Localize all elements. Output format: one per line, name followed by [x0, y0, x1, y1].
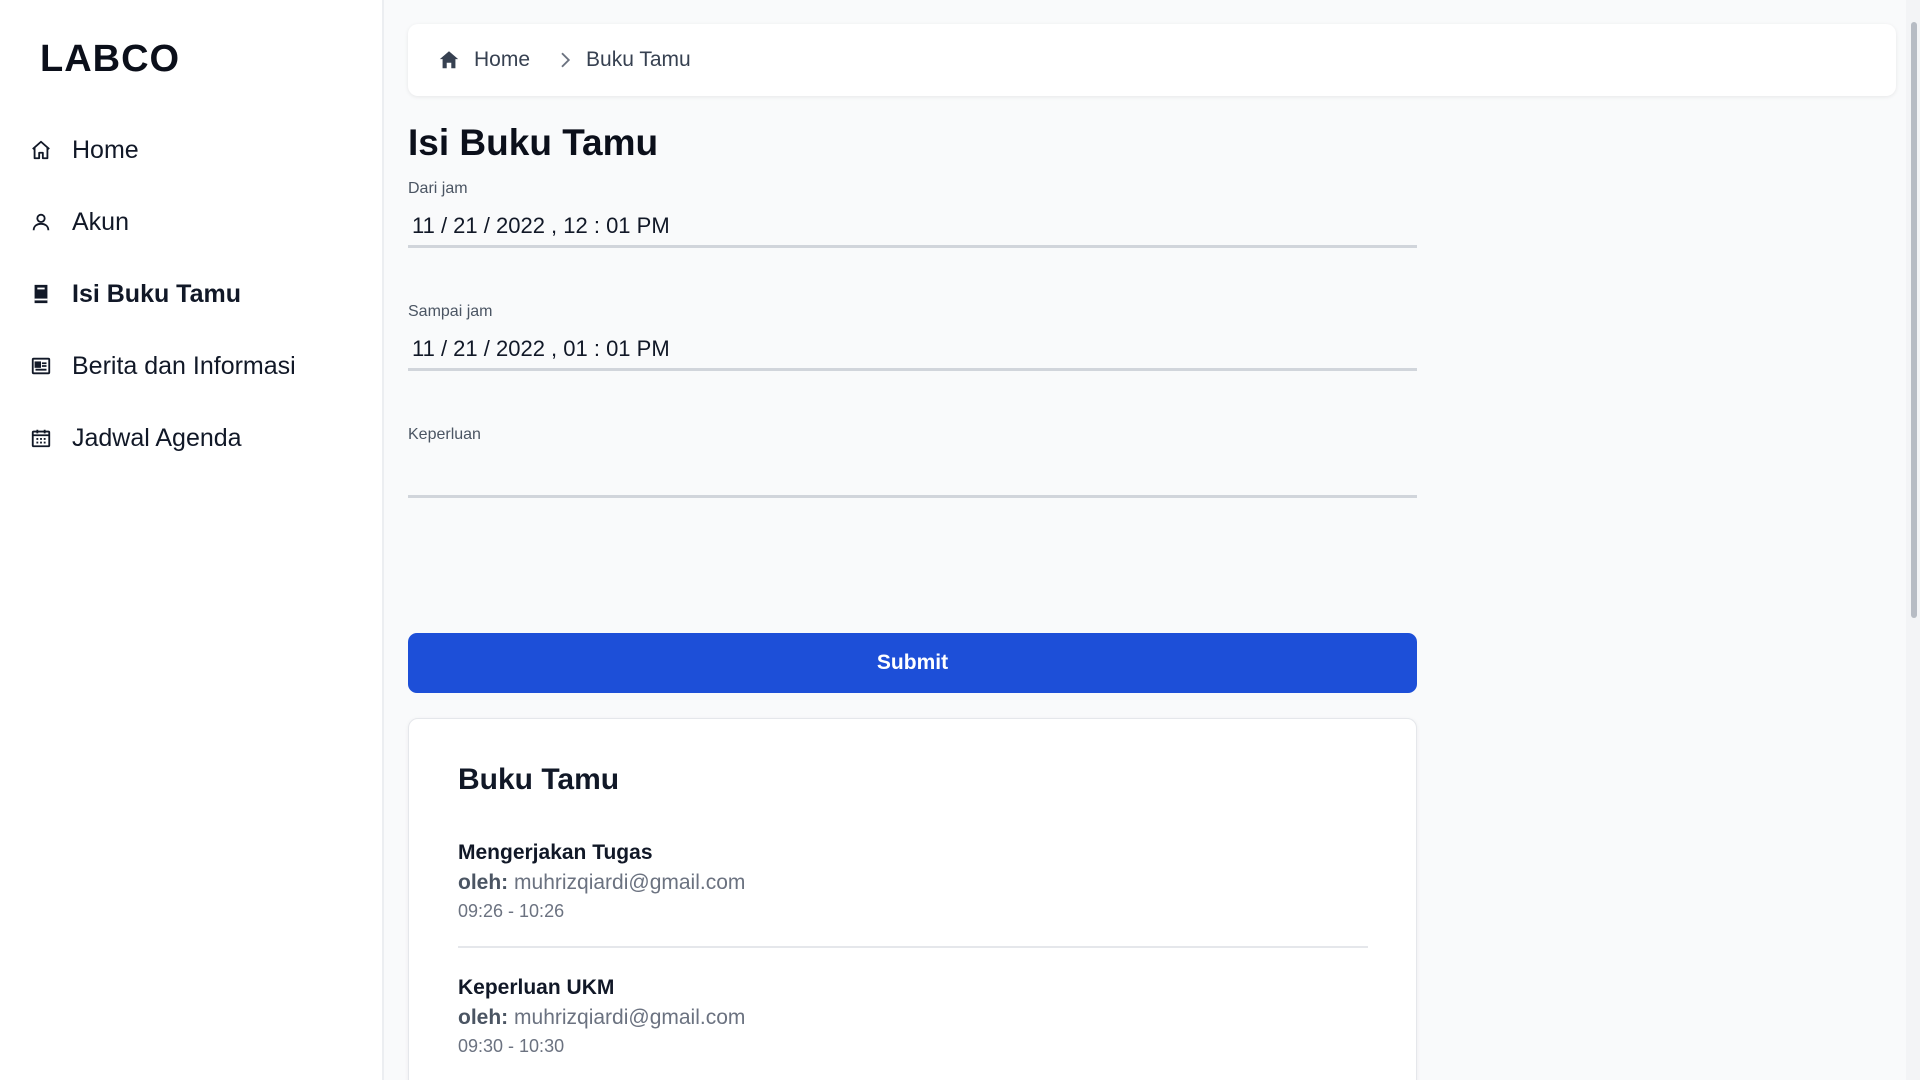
sidebar-item-label: Jadwal Agenda	[72, 423, 242, 452]
entry-author: oleh: muhrizqiardi@gmail.com	[458, 871, 1368, 895]
purpose-field: Keperluan	[408, 426, 1417, 498]
from-time-input[interactable]: 11 / 21 / 2022 , 12 : 01 PM	[408, 206, 1417, 248]
scrollbar-thumb[interactable]	[1911, 22, 1917, 618]
to-time-input[interactable]: 11 / 21 / 2022 , 01 : 01 PM	[408, 329, 1417, 371]
page-title: Isi Buku Tamu	[408, 122, 659, 163]
breadcrumb-home-label: Home	[474, 48, 531, 71]
sidebar: LABCO Home Akun Isi Buku Tamu Berita dan…	[0, 0, 384, 1080]
purpose-label: Keperluan	[408, 426, 481, 443]
sidebar-item-label: Akun	[72, 207, 129, 236]
main-content: Home Buku Tamu Isi Buku Tamu Dari jam 11…	[408, 0, 1896, 1080]
sidebar-nav: Home Akun Isi Buku Tamu Berita dan Infor…	[0, 114, 382, 474]
list-item: Keperluan UKM oleh: muhrizqiardi@gmail.c…	[458, 976, 1368, 1080]
newspaper-icon	[30, 355, 52, 377]
calendar-icon	[30, 427, 52, 449]
entry-time: 09:30 - 10:30	[458, 1036, 565, 1056]
sidebar-item-label: Isi Buku Tamu	[72, 279, 242, 308]
sidebar-item-jadwal[interactable]: Jadwal Agenda	[0, 402, 382, 474]
sidebar-item-berita[interactable]: Berita dan Informasi	[0, 330, 382, 402]
chevron-right-icon	[556, 51, 574, 69]
list-item: Mengerjakan Tugas oleh: muhrizqiardi@gma…	[458, 841, 1368, 948]
home-icon	[30, 139, 52, 161]
entry-time: 09:26 - 10:26	[458, 901, 565, 921]
entry-author-label: oleh:	[458, 1006, 509, 1029]
from-time-field: Dari jam 11 / 21 / 2022 , 12 : 01 PM	[408, 180, 1417, 248]
sidebar-item-home[interactable]: Home	[0, 114, 382, 186]
breadcrumb: Home Buku Tamu	[408, 24, 1896, 96]
sidebar-item-isi-buku-tamu[interactable]: Isi Buku Tamu	[0, 258, 382, 330]
entry-title: Keperluan UKM	[458, 976, 615, 999]
purpose-input[interactable]	[408, 452, 1417, 498]
sidebar-item-label: Berita dan Informasi	[72, 351, 296, 380]
sidebar-item-label: Home	[72, 135, 139, 164]
entry-author-email: muhrizqiardi@gmail.com	[514, 1006, 746, 1029]
brand-logo[interactable]: LABCO	[40, 38, 180, 81]
breadcrumb-current: Buku Tamu	[586, 48, 691, 71]
entry-author-email: muhrizqiardi@gmail.com	[514, 871, 746, 894]
breadcrumb-home[interactable]: Home	[438, 48, 530, 72]
entry-title: Mengerjakan Tugas	[458, 841, 653, 864]
entry-author: oleh: muhrizqiardi@gmail.com	[458, 1006, 1368, 1030]
user-icon	[30, 211, 52, 233]
entry-author-label: oleh:	[458, 871, 509, 894]
book-icon	[30, 283, 52, 305]
home-icon	[438, 49, 460, 71]
guestbook-title: Buku Tamu	[458, 763, 620, 796]
from-time-label: Dari jam	[408, 180, 468, 197]
scrollbar[interactable]	[1906, 0, 1920, 1080]
submit-button[interactable]: Submit	[408, 633, 1417, 693]
guestbook-card: Buku Tamu Mengerjakan Tugas oleh: muhriz…	[408, 718, 1417, 1080]
to-time-field: Sampai jam 11 / 21 / 2022 , 01 : 01 PM	[408, 303, 1417, 371]
app-root: LABCO Home Akun Isi Buku Tamu Berita dan…	[0, 0, 1920, 1080]
to-time-label: Sampai jam	[408, 303, 493, 320]
sidebar-item-akun[interactable]: Akun	[0, 186, 382, 258]
